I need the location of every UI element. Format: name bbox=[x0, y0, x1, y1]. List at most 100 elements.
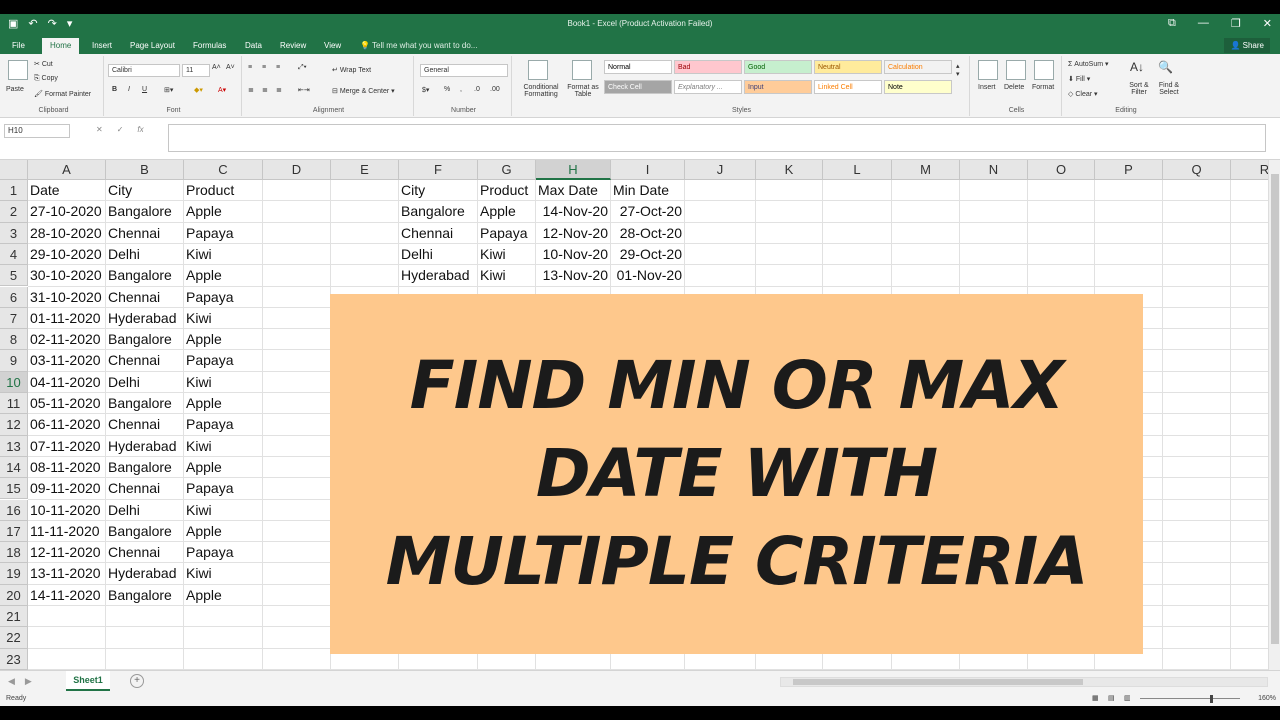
sort-filter-icon[interactable]: A↓ bbox=[1130, 60, 1144, 74]
minimize-icon[interactable]: — bbox=[1198, 17, 1209, 30]
data-cell[interactable]: 08-11-2020 bbox=[28, 457, 106, 478]
accounting-icon[interactable]: $▾ bbox=[422, 86, 429, 94]
font-color-icon[interactable]: A▾ bbox=[218, 86, 226, 94]
data-cell[interactable]: 27-10-2020 bbox=[28, 201, 106, 222]
column-header-g[interactable]: G bbox=[478, 160, 536, 180]
tab-insert[interactable]: Insert bbox=[88, 39, 116, 52]
row-header-1[interactable]: 1 bbox=[0, 180, 28, 202]
row-header-16[interactable]: 16 bbox=[0, 499, 28, 521]
data-cell[interactable]: Chennai bbox=[106, 287, 184, 308]
paste-icon[interactable] bbox=[8, 60, 28, 80]
row-header-4[interactable]: 4 bbox=[0, 243, 28, 266]
sort-filter-button[interactable]: Sort & Filter bbox=[1126, 82, 1152, 96]
row-header-9[interactable]: 9 bbox=[0, 350, 28, 372]
find-icon[interactable]: 🔍 bbox=[1158, 60, 1173, 74]
summary-cell[interactable]: 27-Oct-20 bbox=[611, 201, 685, 222]
column-header-o[interactable]: O bbox=[1028, 160, 1095, 180]
data-cell[interactable]: Apple bbox=[184, 457, 263, 478]
data-cell[interactable]: Delhi bbox=[106, 500, 184, 521]
close-icon[interactable]: ✕ bbox=[1263, 17, 1272, 30]
row-header-11[interactable]: 11 bbox=[0, 393, 28, 415]
decrease-decimal-icon[interactable]: .00 bbox=[490, 86, 500, 93]
data-cell[interactable]: Papaya bbox=[184, 478, 263, 499]
align-top-icon[interactable]: ≡ bbox=[248, 64, 252, 71]
format-button[interactable]: Format bbox=[1032, 84, 1054, 91]
data-cell[interactable]: Bangalore bbox=[106, 521, 184, 542]
summary-cell[interactable]: Apple bbox=[478, 201, 536, 222]
row-header-2[interactable]: 2 bbox=[0, 201, 28, 223]
data-cell[interactable]: 01-11-2020 bbox=[28, 308, 106, 329]
summary-header-cell[interactable]: Max Date bbox=[536, 180, 611, 201]
cancel-icon[interactable]: ✕ bbox=[96, 125, 103, 134]
row-header-7[interactable]: 7 bbox=[0, 307, 28, 330]
summary-cell[interactable]: 12-Nov-20 bbox=[536, 223, 611, 244]
column-header-n[interactable]: N bbox=[960, 160, 1028, 180]
data-cell[interactable]: 30-10-2020 bbox=[28, 265, 106, 286]
row-header-13[interactable]: 13 bbox=[0, 435, 28, 457]
style-bad[interactable]: Bad bbox=[674, 60, 742, 74]
summary-cell[interactable]: Hyderabad bbox=[399, 265, 478, 286]
conditional-formatting-icon[interactable] bbox=[528, 60, 548, 80]
summary-cell[interactable]: 01-Nov-20 bbox=[611, 265, 685, 286]
bold-button[interactable]: B bbox=[112, 86, 117, 93]
data-cell[interactable]: Kiwi bbox=[184, 244, 263, 265]
summary-cell[interactable]: Bangalore bbox=[399, 201, 478, 222]
row-header-15[interactable]: 15 bbox=[0, 478, 28, 500]
column-header-e[interactable]: E bbox=[331, 160, 399, 180]
data-cell[interactable]: 29-10-2020 bbox=[28, 244, 106, 265]
row-header-6[interactable]: 6 bbox=[0, 286, 28, 308]
merge-center-button[interactable]: ⊟ Merge & Center ▾ bbox=[332, 87, 395, 95]
delete-button[interactable]: Delete bbox=[1004, 84, 1024, 91]
row-header-3[interactable]: 3 bbox=[0, 222, 28, 244]
style-explanatory[interactable]: Explanatory ... bbox=[674, 80, 742, 94]
comma-icon[interactable]: , bbox=[460, 86, 462, 93]
summary-cell[interactable]: 14-Nov-20 bbox=[536, 201, 611, 222]
horizontal-scrollbar[interactable] bbox=[780, 677, 1268, 687]
column-header-q[interactable]: Q bbox=[1163, 160, 1231, 180]
data-cell[interactable]: Chennai bbox=[106, 414, 184, 435]
tab-view[interactable]: View bbox=[320, 39, 345, 52]
header-cell[interactable]: Product bbox=[184, 180, 263, 201]
orientation-icon[interactable]: ⤢▾ bbox=[298, 64, 307, 72]
align-bottom-icon[interactable]: ≡ bbox=[276, 64, 280, 71]
data-cell[interactable]: Papaya bbox=[184, 350, 263, 371]
data-cell[interactable]: Chennai bbox=[106, 542, 184, 563]
summary-header-cell[interactable]: Product bbox=[478, 180, 536, 201]
number-format-select[interactable]: General bbox=[420, 64, 508, 77]
restore-icon[interactable]: ❐ bbox=[1231, 17, 1241, 30]
row-header-19[interactable]: 19 bbox=[0, 563, 28, 585]
data-cell[interactable]: Chennai bbox=[106, 350, 184, 371]
add-sheet-icon[interactable]: + bbox=[130, 674, 144, 688]
summary-cell[interactable]: 10-Nov-20 bbox=[536, 244, 611, 265]
wrap-text-button[interactable]: ↵ Wrap Text bbox=[332, 66, 371, 74]
format-painter-button[interactable]: 🖌 Format Painter bbox=[34, 90, 91, 98]
data-cell[interactable]: Papaya bbox=[184, 414, 263, 435]
column-header-p[interactable]: P bbox=[1095, 160, 1163, 180]
select-all-corner[interactable] bbox=[0, 160, 28, 180]
copy-button[interactable]: ⎘ Copy bbox=[34, 75, 58, 83]
data-cell[interactable]: 07-11-2020 bbox=[28, 436, 106, 457]
column-header-b[interactable]: B bbox=[106, 160, 184, 180]
enter-icon[interactable]: ✓ bbox=[117, 125, 124, 134]
column-header-j[interactable]: J bbox=[685, 160, 756, 180]
paste-button[interactable]: Paste bbox=[6, 86, 24, 93]
tab-page-layout[interactable]: Page Layout bbox=[126, 39, 179, 52]
summary-cell[interactable]: 29-Oct-20 bbox=[611, 244, 685, 265]
horizontal-scroll-thumb[interactable] bbox=[793, 679, 1083, 685]
data-cell[interactable]: Kiwi bbox=[184, 372, 263, 393]
column-header-i[interactable]: I bbox=[611, 160, 685, 180]
data-cell[interactable]: Papaya bbox=[184, 223, 263, 244]
data-cell[interactable]: Apple bbox=[184, 265, 263, 286]
grow-font-icon[interactable]: A˄ bbox=[212, 64, 221, 71]
autosum-button[interactable]: Σ AutoSum ▾ bbox=[1068, 60, 1109, 68]
data-cell[interactable]: 03-11-2020 bbox=[28, 350, 106, 371]
data-cell[interactable]: 06-11-2020 bbox=[28, 414, 106, 435]
style-neutral[interactable]: Neutral bbox=[814, 60, 882, 74]
data-cell[interactable]: Hyderabad bbox=[106, 563, 184, 584]
name-box[interactable]: H10 bbox=[4, 124, 70, 138]
data-cell[interactable]: Bangalore bbox=[106, 265, 184, 286]
header-cell[interactable]: City bbox=[106, 180, 184, 201]
row-header-17[interactable]: 17 bbox=[0, 520, 28, 543]
percent-icon[interactable]: % bbox=[444, 86, 450, 93]
row-header-18[interactable]: 18 bbox=[0, 542, 28, 564]
